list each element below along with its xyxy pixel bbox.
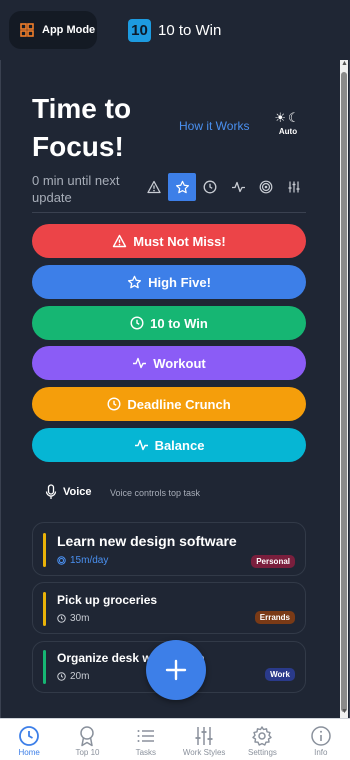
voice-button[interactable]: Voice [45,484,92,500]
target-icon [57,556,66,565]
warning-icon [147,180,161,194]
star-icon [175,180,189,193]
task-duration: 20m [70,671,90,682]
star-icon [128,275,142,288]
clock-icon [203,180,217,194]
mode-high-five-button[interactable]: High Five! [32,265,306,299]
scrollbar-thumb[interactable] [341,72,347,712]
pulse-icon [133,357,147,369]
task-card[interactable]: Pick up groceries 30m Errands [32,582,306,634]
task-priority-bar [43,592,46,626]
award-icon [80,726,95,747]
nav-work-styles[interactable]: Work Styles [175,719,233,760]
update-countdown: 0 min until next update [32,173,120,205]
voice-hint: Voice controls top task [110,488,201,498]
gear-icon [252,726,273,746]
nav-label: Home [18,748,40,757]
nav-label: Work Styles [182,748,226,757]
clock-icon [130,316,144,330]
mode-must-not-miss-button[interactable]: Must Not Miss! [32,224,306,258]
task-meta: 15m/day [57,555,108,566]
filter-bar [140,173,308,201]
mode-label: Must Not Miss! [133,233,226,249]
target-icon [259,180,273,194]
task-priority-bar [43,650,46,684]
task-meta: 30m [57,613,89,624]
page-title: Time to Focus! [32,93,132,162]
sliders-icon [288,181,300,193]
add-task-button[interactable] [146,640,206,700]
mode-label: High Five! [148,274,211,290]
mode-label: Workout [153,355,206,371]
app-mode-button[interactable]: App Mode [9,11,97,49]
filter-target[interactable] [252,173,280,201]
theme-label: Auto [278,127,298,136]
nav-label: Info [314,748,328,757]
task-title: Learn new design software [57,533,237,549]
task-meta: 20m [57,671,89,682]
mode-deadline-crunch-button[interactable]: Deadline Crunch [32,387,306,421]
mode-workout-button[interactable]: Workout [32,346,306,380]
nav-label: Settings [248,748,277,757]
microphone-icon [45,484,57,499]
clock-icon [57,614,66,623]
scroll-up-arrow-icon[interactable]: ▲ [341,60,348,67]
brand: 10 10 to Win [128,19,221,42]
top-bar: App Mode 10 10 to Win [0,0,350,60]
header-divider [32,212,306,213]
sun-moon-icon: ☀☾ [274,110,302,125]
pulse-icon [231,181,245,193]
task-priority-bar [43,533,46,567]
voice-label: Voice [63,486,92,498]
task-card[interactable]: Learn new design software 15m/day Person… [32,522,306,576]
list-icon [137,730,154,742]
nav-tasks[interactable]: Tasks [117,719,175,760]
task-tag: Work [265,668,295,681]
sliders-icon [195,727,213,745]
how-it-works-link[interactable]: How it Works [179,119,249,133]
bottom-nav: Home Top 10 Tasks Work Styles Settings I… [0,718,350,760]
filter-settings[interactable] [280,173,308,201]
app-mode-label: App Mode [42,24,96,36]
clock-icon [107,397,121,411]
filter-high-five[interactable] [168,173,196,201]
brand-name: 10 to Win [158,22,222,39]
nav-label: Tasks [135,748,157,757]
mode-label: Deadline Crunch [127,396,231,412]
pulse-icon [134,439,148,451]
warning-icon [113,234,127,248]
task-duration: 15m/day [70,555,109,566]
task-tag: Errands [254,611,295,624]
nav-settings[interactable]: Settings [233,719,291,760]
nav-info[interactable]: Info [292,719,350,760]
nav-label: Top 10 [75,748,100,757]
clock-icon [19,726,40,746]
task-title: Pick up groceries [57,593,158,607]
mode-label: 10 to Win [150,315,208,331]
info-icon [311,726,331,746]
task-tag: Personal [251,555,295,568]
filter-workout[interactable] [224,173,252,201]
theme-toggle[interactable]: ☀☾ Auto [270,110,306,136]
clock-icon [57,672,66,681]
mode-label: Balance [154,437,205,453]
plus-icon [165,659,187,681]
mode-balance-button[interactable]: Balance [32,428,306,462]
filter-must-not-miss[interactable] [140,173,168,201]
grid-icon [20,23,34,37]
nav-top-10[interactable]: Top 10 [58,719,116,760]
scroll-down-arrow-icon[interactable]: ▼ [341,708,348,715]
nav-home[interactable]: Home [0,719,58,760]
filter-10-to-win[interactable] [196,173,224,201]
brand-logo: 10 [128,19,151,42]
task-duration: 30m [70,613,90,624]
mode-10-to-win-button[interactable]: 10 to Win [32,306,306,340]
